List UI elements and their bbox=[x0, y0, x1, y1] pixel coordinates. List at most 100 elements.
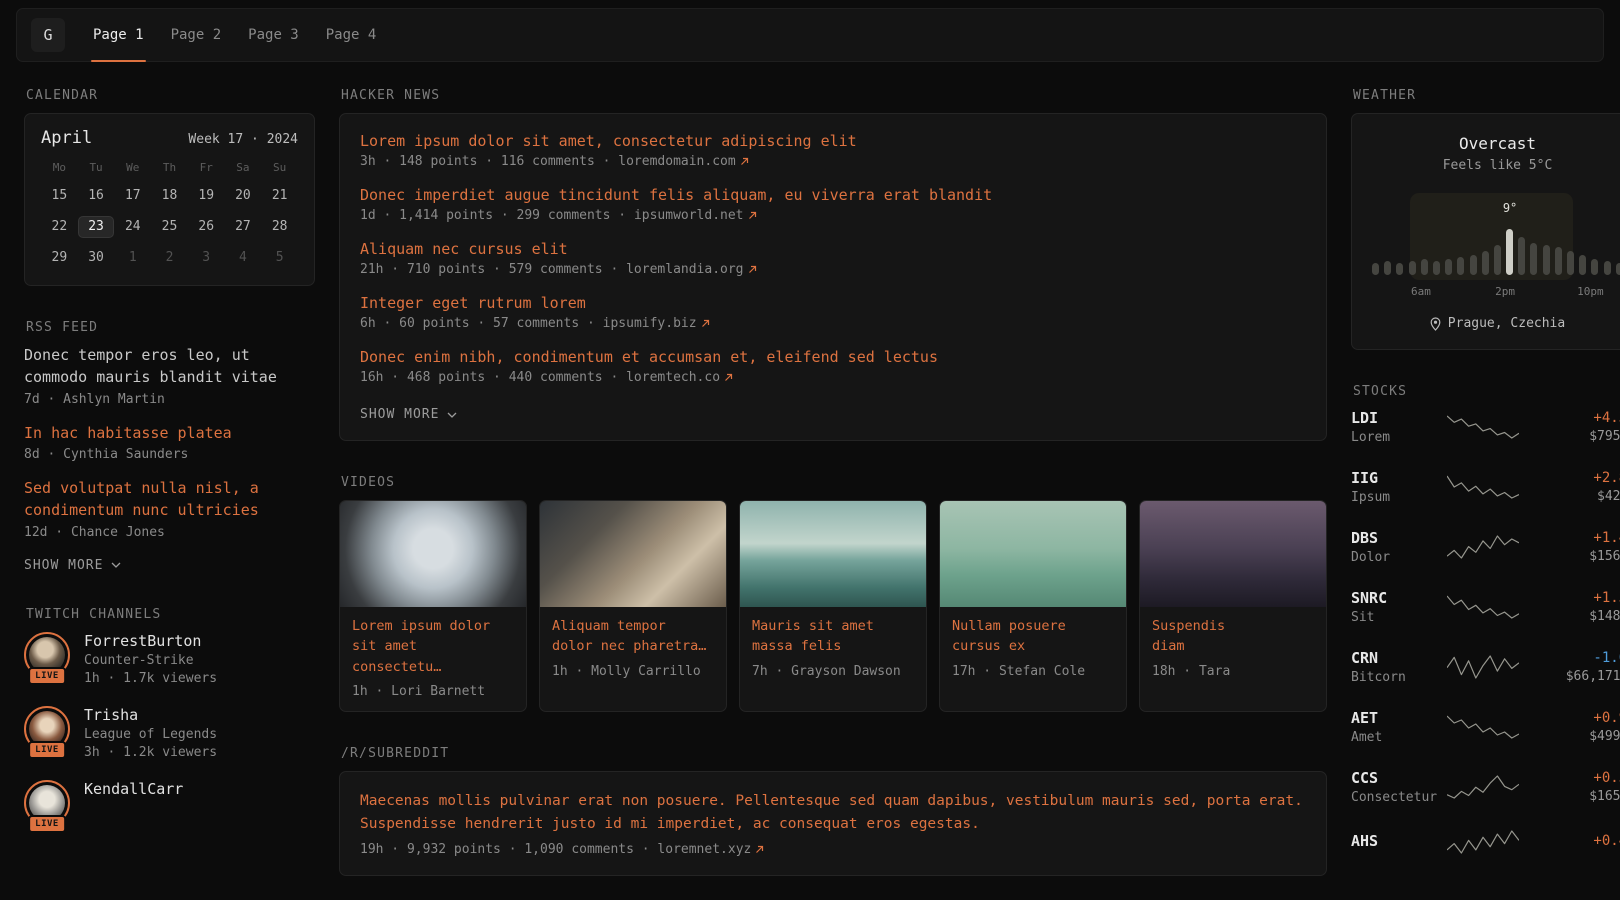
weather-widget-title: WEATHER bbox=[1353, 88, 1620, 103]
post-domain: loremnet.xyz bbox=[657, 842, 751, 857]
stock-sparkline bbox=[1447, 534, 1519, 560]
story-domain-link[interactable]: loremtech.co bbox=[626, 370, 733, 385]
story-item: Aliquam nec cursus elit 21h · 710 points… bbox=[360, 240, 1306, 277]
twitch-channel[interactable]: LIVE Trisha League of Legends 3h · 1.2k … bbox=[24, 706, 315, 760]
calendar-dow: Mo bbox=[41, 161, 78, 176]
calendar-week-label: Week 17 · 2024 bbox=[188, 132, 298, 147]
stock-row[interactable]: CRNBitcorn -1.00%$66,171.48 bbox=[1351, 649, 1620, 685]
stock-name: Amet bbox=[1351, 730, 1447, 745]
weather-bar bbox=[1372, 263, 1379, 275]
hackernews-widget: HACKER NEWS Lorem ipsum dolor sit amet, … bbox=[339, 88, 1327, 441]
dashboard: CALENDAR April Week 17 · 2024 Mo Tu We T… bbox=[0, 62, 1620, 876]
story-domain-link[interactable]: ipsumworld.net bbox=[634, 208, 757, 223]
weather-bar bbox=[1384, 261, 1391, 275]
video-card[interactable]: Aliquam tempor dolor nec pharetra… 1h · … bbox=[539, 500, 727, 712]
location-pin-icon bbox=[1430, 317, 1441, 331]
story-domain: loremdomain.com bbox=[618, 154, 735, 169]
story-meta: 6h · 60 points · 57 comments · ipsumify.… bbox=[360, 316, 1306, 331]
stock-row[interactable]: AHS +0.46% bbox=[1351, 829, 1620, 855]
video-title: Aliquam tempor dolor nec pharetra… bbox=[540, 607, 726, 657]
calendar-widget: CALENDAR April Week 17 · 2024 Mo Tu We T… bbox=[24, 88, 315, 286]
video-card[interactable]: Suspendis diam 18h · Tara bbox=[1139, 500, 1327, 712]
calendar-grid: Mo Tu We Th Fr Sa Su 15 16 17 18 19 20 2… bbox=[41, 161, 298, 269]
stock-row[interactable]: IIGIpsum +2.84%$42.04 bbox=[1351, 469, 1620, 505]
stock-row[interactable]: CCSConsectetur +0.51%$165.84 bbox=[1351, 769, 1620, 805]
calendar-day-next-month: 5 bbox=[261, 247, 298, 269]
story-link[interactable]: Integer eget rutrum lorem bbox=[360, 294, 1306, 312]
weather-bar bbox=[1616, 263, 1620, 275]
rss-item-meta: 8d · Cynthia Saunders bbox=[24, 447, 315, 462]
story-domain: loremlandia.org bbox=[626, 262, 743, 277]
story-link[interactable]: Aliquam nec cursus elit bbox=[360, 240, 1306, 258]
hackernews-card: Lorem ipsum dolor sit amet, consectetur … bbox=[339, 113, 1327, 441]
calendar-day: 27 bbox=[225, 216, 262, 238]
stock-row[interactable]: AETAmet +0.92%$499.72 bbox=[1351, 709, 1620, 745]
tab-page-2[interactable]: Page 2 bbox=[169, 9, 224, 61]
weather-bar bbox=[1579, 255, 1586, 275]
page-tabs: Page 1 Page 2 Page 3 Page 4 bbox=[91, 9, 378, 61]
story-meta: 16h · 468 points · 440 comments · loremt… bbox=[360, 370, 1306, 385]
channel-name: Trisha bbox=[84, 706, 138, 724]
stock-name: Consectetur bbox=[1351, 790, 1447, 805]
tab-page-1[interactable]: Page 1 bbox=[91, 9, 146, 61]
calendar-day: 26 bbox=[188, 216, 225, 238]
weather-bars bbox=[1372, 227, 1620, 275]
post-domain-link[interactable]: loremnet.xyz bbox=[657, 842, 764, 857]
story-link[interactable]: Donec imperdiet augue tincidunt felis al… bbox=[360, 186, 1306, 204]
tab-page-4[interactable]: Page 4 bbox=[324, 9, 379, 61]
story-item: Donec imperdiet augue tincidunt felis al… bbox=[360, 186, 1306, 223]
stock-sparkline bbox=[1447, 654, 1519, 680]
calendar-month: April bbox=[41, 128, 92, 148]
stock-change: +0.51% bbox=[1593, 770, 1620, 786]
twitch-channel[interactable]: LIVE KendallCarr bbox=[24, 780, 315, 833]
rss-item-link[interactable]: In hac habitasse platea bbox=[24, 423, 315, 445]
external-link-icon bbox=[740, 157, 749, 166]
stock-sparkline bbox=[1447, 594, 1519, 620]
twitch-channel-list: LIVE ForrestBurton Counter-Strike 1h · 1… bbox=[24, 632, 315, 833]
stock-sparkline bbox=[1447, 414, 1519, 440]
story-domain-link[interactable]: loremlandia.org bbox=[626, 262, 756, 277]
story-item: Donec enim nibh, condimentum et accumsan… bbox=[360, 348, 1306, 385]
stock-row[interactable]: DBSDolor +1.42%$156.28 bbox=[1351, 529, 1620, 565]
video-card[interactable]: Nullam posuere cursus ex 17h · Stefan Co… bbox=[939, 500, 1127, 712]
video-card[interactable]: Lorem ipsum dolor sit amet consectetu… 1… bbox=[339, 500, 527, 712]
stock-price: $148.64 bbox=[1519, 609, 1620, 624]
live-badge: LIVE bbox=[28, 815, 66, 833]
story-link[interactable]: Lorem ipsum dolor sit amet, consectetur … bbox=[360, 132, 1306, 150]
rss-item-link[interactable]: Donec tempor eros leo, ut commodo mauris… bbox=[24, 345, 315, 389]
stock-sparkline bbox=[1447, 714, 1519, 740]
stock-ticker: IIG bbox=[1351, 469, 1378, 487]
stock-row[interactable]: LDILorem +4.35%$795.18 bbox=[1351, 409, 1620, 445]
calendar-dow: Th bbox=[151, 161, 188, 176]
stock-price: $42.04 bbox=[1519, 489, 1620, 504]
stock-price: $499.72 bbox=[1519, 729, 1620, 744]
story-domain-link[interactable]: loremdomain.com bbox=[618, 154, 748, 169]
stock-name: Lorem bbox=[1351, 430, 1447, 445]
calendar-day-next-month: 2 bbox=[151, 247, 188, 269]
rss-show-more-button[interactable]: SHOW MORE bbox=[24, 558, 121, 573]
twitch-channel[interactable]: LIVE ForrestBurton Counter-Strike 1h · 1… bbox=[24, 632, 315, 686]
weather-condition: Overcast bbox=[1368, 134, 1620, 153]
tab-page-3[interactable]: Page 3 bbox=[246, 9, 301, 61]
stock-name: Dolor bbox=[1351, 550, 1447, 565]
weather-bar bbox=[1591, 259, 1598, 275]
video-card[interactable]: Mauris sit amet massa felis 7h · Grayson… bbox=[739, 500, 927, 712]
hackernews-show-more-button[interactable]: SHOW MORE bbox=[360, 407, 457, 422]
story-meta: 1d · 1,414 points · 299 comments · ipsum… bbox=[360, 208, 1306, 223]
stock-row[interactable]: SNRCSit +1.36%$148.64 bbox=[1351, 589, 1620, 625]
rss-item-link[interactable]: Sed volutpat nulla nisl, a condimentum n… bbox=[24, 478, 315, 522]
calendar-day: 30 bbox=[78, 247, 115, 269]
post-link[interactable]: Maecenas mollis pulvinar erat non posuer… bbox=[360, 790, 1306, 836]
calendar-day: 21 bbox=[261, 185, 298, 207]
story-item: Lorem ipsum dolor sit amet, consectetur … bbox=[360, 132, 1306, 169]
app-logo[interactable]: G bbox=[31, 18, 65, 52]
stock-name: Ipsum bbox=[1351, 490, 1447, 505]
calendar-dow: Su bbox=[261, 161, 298, 176]
story-link[interactable]: Donec enim nibh, condimentum et accumsan… bbox=[360, 348, 1306, 366]
stock-sparkline bbox=[1447, 774, 1519, 800]
story-domain-link[interactable]: ipsumify.biz bbox=[603, 316, 710, 331]
external-link-icon bbox=[701, 319, 710, 328]
stock-sparkline bbox=[1447, 829, 1519, 855]
story-meta-text: 16h · 468 points · 440 comments · bbox=[360, 370, 626, 385]
calendar-day-next-month: 4 bbox=[225, 247, 262, 269]
